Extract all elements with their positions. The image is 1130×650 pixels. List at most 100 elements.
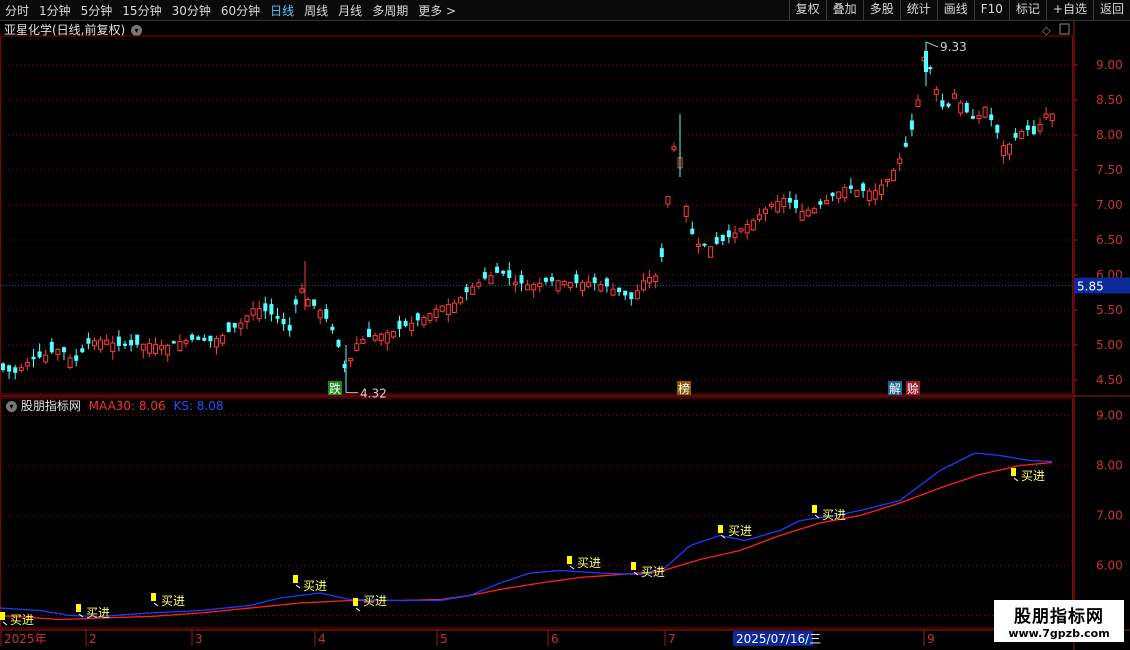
- buy-signal-arrow: [153, 602, 159, 607]
- candle-body: [567, 282, 573, 288]
- candle-body: [299, 288, 305, 293]
- buy-signal-marker: [76, 604, 81, 612]
- candle-body: [507, 270, 512, 279]
- buy-signal-marker: [151, 593, 156, 601]
- candle-body: [24, 362, 30, 367]
- candle-body: [763, 208, 768, 214]
- diamond-icon: ◇: [1042, 24, 1051, 37]
- candle-body: [525, 284, 531, 291]
- candle-body: [921, 56, 927, 62]
- candle-body: [348, 357, 354, 362]
- action-buttons: 复权 叠加 多股 统计 画线 F10 标记 +自选 返回: [788, 0, 1130, 20]
- candle-body: [445, 304, 451, 315]
- buy-signal-label: 买进: [1021, 469, 1045, 483]
- period-tab-7[interactable]: 周线: [299, 2, 333, 19]
- candle-body: [805, 209, 811, 217]
- candle-body: [958, 102, 964, 114]
- candle-body: [324, 309, 329, 319]
- candle-body: [250, 308, 256, 316]
- event-marker-box: [677, 381, 691, 395]
- candle-body: [281, 318, 286, 325]
- period-tab-4[interactable]: 30分钟: [167, 2, 216, 19]
- action-button-3[interactable]: 统计: [899, 0, 937, 20]
- candle-body: [269, 304, 274, 315]
- period-tab-3[interactable]: 15分钟: [117, 2, 166, 19]
- action-button-6[interactable]: 标记: [1008, 0, 1046, 20]
- action-button-1[interactable]: 叠加: [825, 0, 863, 20]
- period-tab-2[interactable]: 5分钟: [76, 2, 118, 19]
- period-tabs: 分时 1分钟 5分钟 15分钟 30分钟 60分钟 日线 周线 月线 多周期 更多 >: [0, 0, 461, 20]
- candle-body: [952, 93, 958, 99]
- price-chart[interactable]: 9.00 8.50 8.00 7.50 7.00 6.50 6.00 5.50 5.00 4.50…: [0, 0, 1130, 650]
- buy-signal-label: 买进: [161, 594, 185, 608]
- time-label: 3: [195, 632, 203, 646]
- candle-body: [891, 169, 897, 182]
- candle-body: [67, 357, 73, 368]
- candle-body: [171, 341, 176, 344]
- action-button-5[interactable]: F10: [973, 0, 1009, 20]
- indicator-name: 股朋指标网: [20, 399, 81, 413]
- action-button-8[interactable]: 返回: [1092, 0, 1130, 20]
- period-tab-8[interactable]: 月线: [333, 2, 367, 19]
- candle-body: [897, 158, 903, 164]
- period-tab-9[interactable]: 多周期: [367, 2, 413, 19]
- main-tick-label: 7.50: [1096, 163, 1123, 177]
- candle-body: [732, 232, 738, 239]
- candle-body: [488, 275, 494, 284]
- candle-body: [830, 192, 835, 197]
- candle-body: [74, 355, 79, 361]
- candle-body: [360, 338, 366, 344]
- candle-body: [1000, 145, 1006, 157]
- stock-title-bar[interactable]: 亚星化学(日线,前复权) ▾: [4, 21, 143, 38]
- action-button-0[interactable]: 复权: [788, 0, 826, 20]
- candle-body: [659, 248, 664, 257]
- period-tab-5[interactable]: 60分钟: [216, 2, 265, 19]
- action-button-7[interactable]: +自选: [1045, 0, 1093, 20]
- candle-body: [415, 313, 420, 321]
- candle-body: [86, 338, 91, 344]
- sub-tick-label: 9.00: [1096, 409, 1123, 423]
- candle-body: [397, 320, 402, 329]
- candle-body: [623, 290, 628, 296]
- candle-body: [989, 114, 994, 121]
- candle-body: [1043, 113, 1049, 119]
- chevron-down-icon[interactable]: ▾: [6, 401, 17, 412]
- buy-signal-label: 买进: [86, 606, 110, 620]
- candle-body: [982, 106, 988, 118]
- candle-body: [92, 340, 97, 347]
- candle-body: [427, 313, 433, 321]
- candle-body: [610, 288, 616, 296]
- candle-body: [866, 190, 872, 201]
- indicator-title-bar[interactable]: ▾ 股朋指标网 MAA30: 8.06 KS: 8.08: [4, 397, 224, 414]
- buy-signal-label: 买进: [641, 565, 665, 579]
- candle-body: [970, 115, 975, 119]
- candle-body: [1, 363, 5, 371]
- candle-body: [7, 365, 12, 372]
- buy-signal-marker: [353, 598, 358, 606]
- buy-signal-arrow: [355, 607, 361, 612]
- candle-body: [924, 51, 928, 72]
- candle-body: [232, 322, 237, 328]
- candle-body: [775, 200, 781, 213]
- high-price-label: 9.33: [940, 40, 967, 54]
- candle-body: [878, 184, 884, 195]
- chevron-down-icon[interactable]: ▾: [131, 25, 143, 36]
- candle-body: [37, 351, 42, 358]
- candle-body: [794, 199, 798, 209]
- candle-body: [928, 67, 933, 70]
- action-button-2[interactable]: 多股: [862, 0, 900, 20]
- period-tab-0[interactable]: 分时: [0, 2, 34, 19]
- main-tick-label: 6.50: [1096, 233, 1123, 247]
- period-tab-10[interactable]: 更多 >: [413, 2, 461, 19]
- action-button-4[interactable]: 画线: [936, 0, 974, 20]
- period-tab-1[interactable]: 1分钟: [34, 2, 76, 19]
- candle-body: [683, 205, 689, 217]
- candle-body: [214, 337, 219, 348]
- period-tab-6[interactable]: 日线: [265, 2, 299, 19]
- candle-body: [909, 120, 914, 130]
- main-tick-label: 6.00: [1096, 268, 1123, 282]
- candle-body: [146, 343, 152, 354]
- candle-body: [854, 189, 860, 197]
- buy-signal-arrow: [1013, 477, 1019, 482]
- candle-body: [580, 282, 585, 291]
